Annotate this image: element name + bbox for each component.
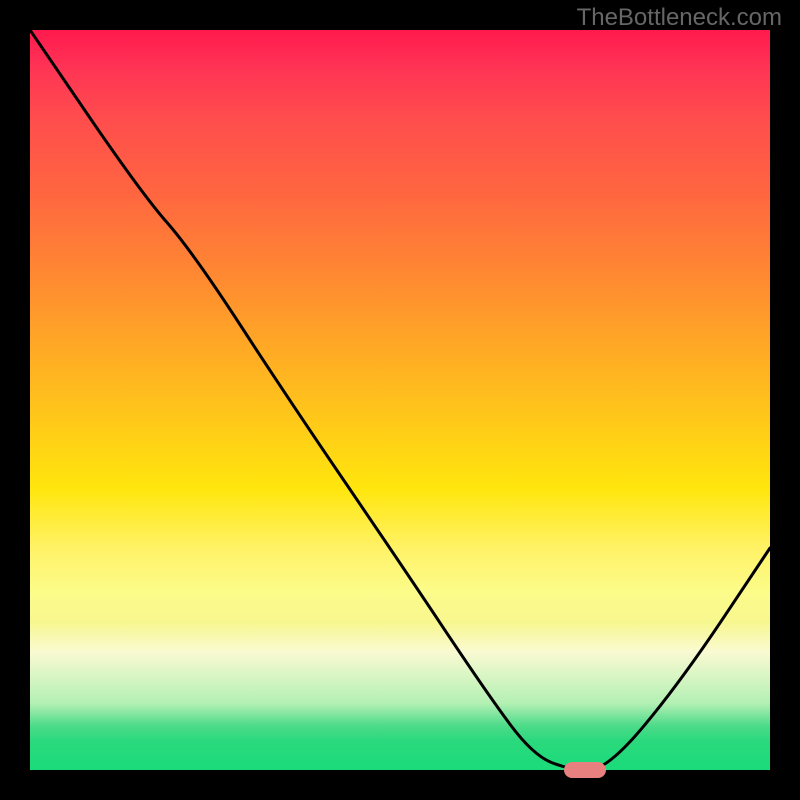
chart-marker: [564, 762, 606, 778]
chart-curve-path: [30, 30, 770, 770]
chart-curve-svg: [30, 30, 770, 770]
watermark-text: TheBottleneck.com: [577, 4, 782, 32]
chart-plot-area: [30, 30, 770, 770]
